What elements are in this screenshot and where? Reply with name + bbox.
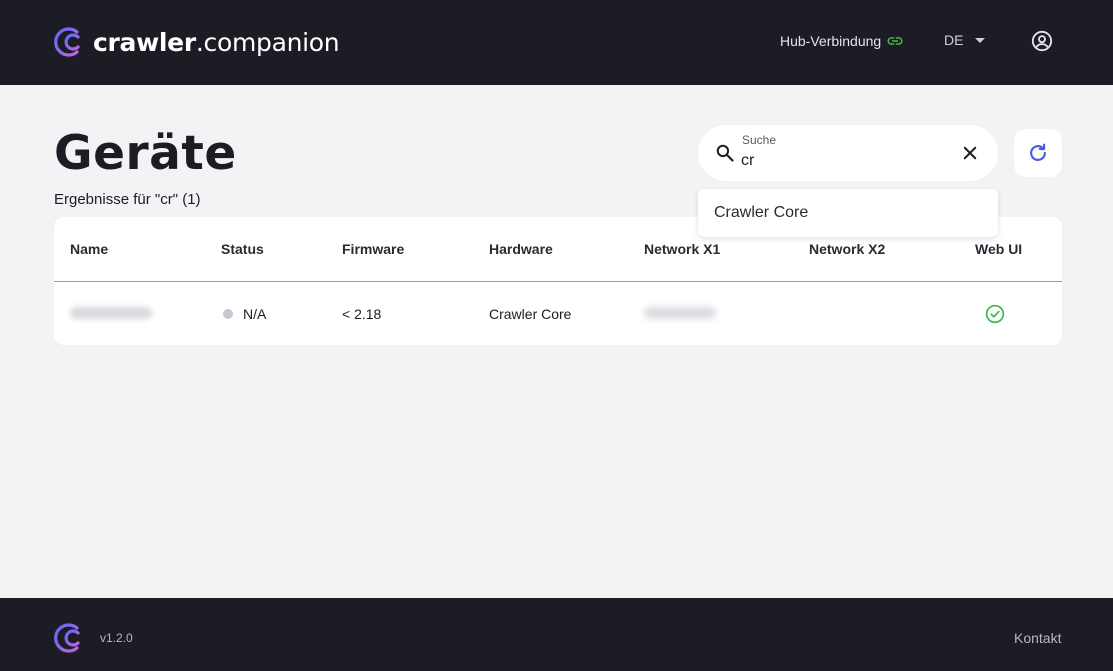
brand-logo[interactable]: crawler.companion: [53, 26, 340, 58]
search-field[interactable]: Suche: [698, 125, 998, 181]
column-header-web-ui[interactable]: Web UI: [975, 241, 1022, 257]
device-hardware: Crawler Core: [489, 306, 572, 322]
app-footer: v1.2.0 Kontakt: [0, 598, 1113, 671]
suggestion-item[interactable]: Crawler Core: [714, 204, 808, 222]
language-value: DE: [944, 32, 964, 48]
language-select[interactable]: DE: [944, 32, 986, 48]
network-x1-redacted: [644, 307, 716, 319]
search-input[interactable]: [741, 150, 941, 172]
refresh-button[interactable]: [1014, 129, 1062, 177]
column-header-status[interactable]: Status: [221, 241, 264, 257]
refresh-icon: [1030, 143, 1046, 161]
crawler-logo-icon: [54, 27, 80, 57]
caret-down-icon: [975, 37, 986, 43]
app-header: crawler.companion Hub-Verbindung DE: [0, 0, 1113, 85]
account-icon[interactable]: [1031, 30, 1053, 52]
close-icon[interactable]: [961, 144, 979, 162]
results-count: Ergebnisse für "cr" (1): [54, 191, 201, 208]
search-icon: [716, 144, 734, 162]
device-name-redacted: [70, 307, 152, 319]
column-header-firmware[interactable]: Firmware: [342, 241, 404, 257]
device-firmware: < 2.18: [342, 306, 382, 322]
contact-link[interactable]: Kontakt: [1014, 630, 1061, 646]
column-header-hardware[interactable]: Hardware: [489, 241, 553, 257]
page-title: Geräte: [54, 126, 237, 181]
hub-connection-label: Hub-Verbindung: [780, 33, 882, 49]
status-dot: [223, 309, 233, 319]
search-label: Suche: [742, 133, 777, 147]
crawler-logo-icon: [54, 623, 80, 653]
hub-connection-link[interactable]: Hub-Verbindung: [780, 32, 904, 50]
link-icon: [887, 37, 903, 45]
column-header-network-x1[interactable]: Network X1: [644, 241, 720, 257]
column-header-name[interactable]: Name: [70, 241, 108, 257]
brand-name: crawler.companion: [93, 27, 340, 57]
device-status: N/A: [243, 306, 267, 322]
column-header-network-x2[interactable]: Network X2: [809, 241, 885, 257]
app-version: v1.2.0: [100, 631, 133, 645]
check-circle-icon[interactable]: [985, 304, 1005, 324]
search-suggestions: Crawler Core: [698, 189, 998, 237]
